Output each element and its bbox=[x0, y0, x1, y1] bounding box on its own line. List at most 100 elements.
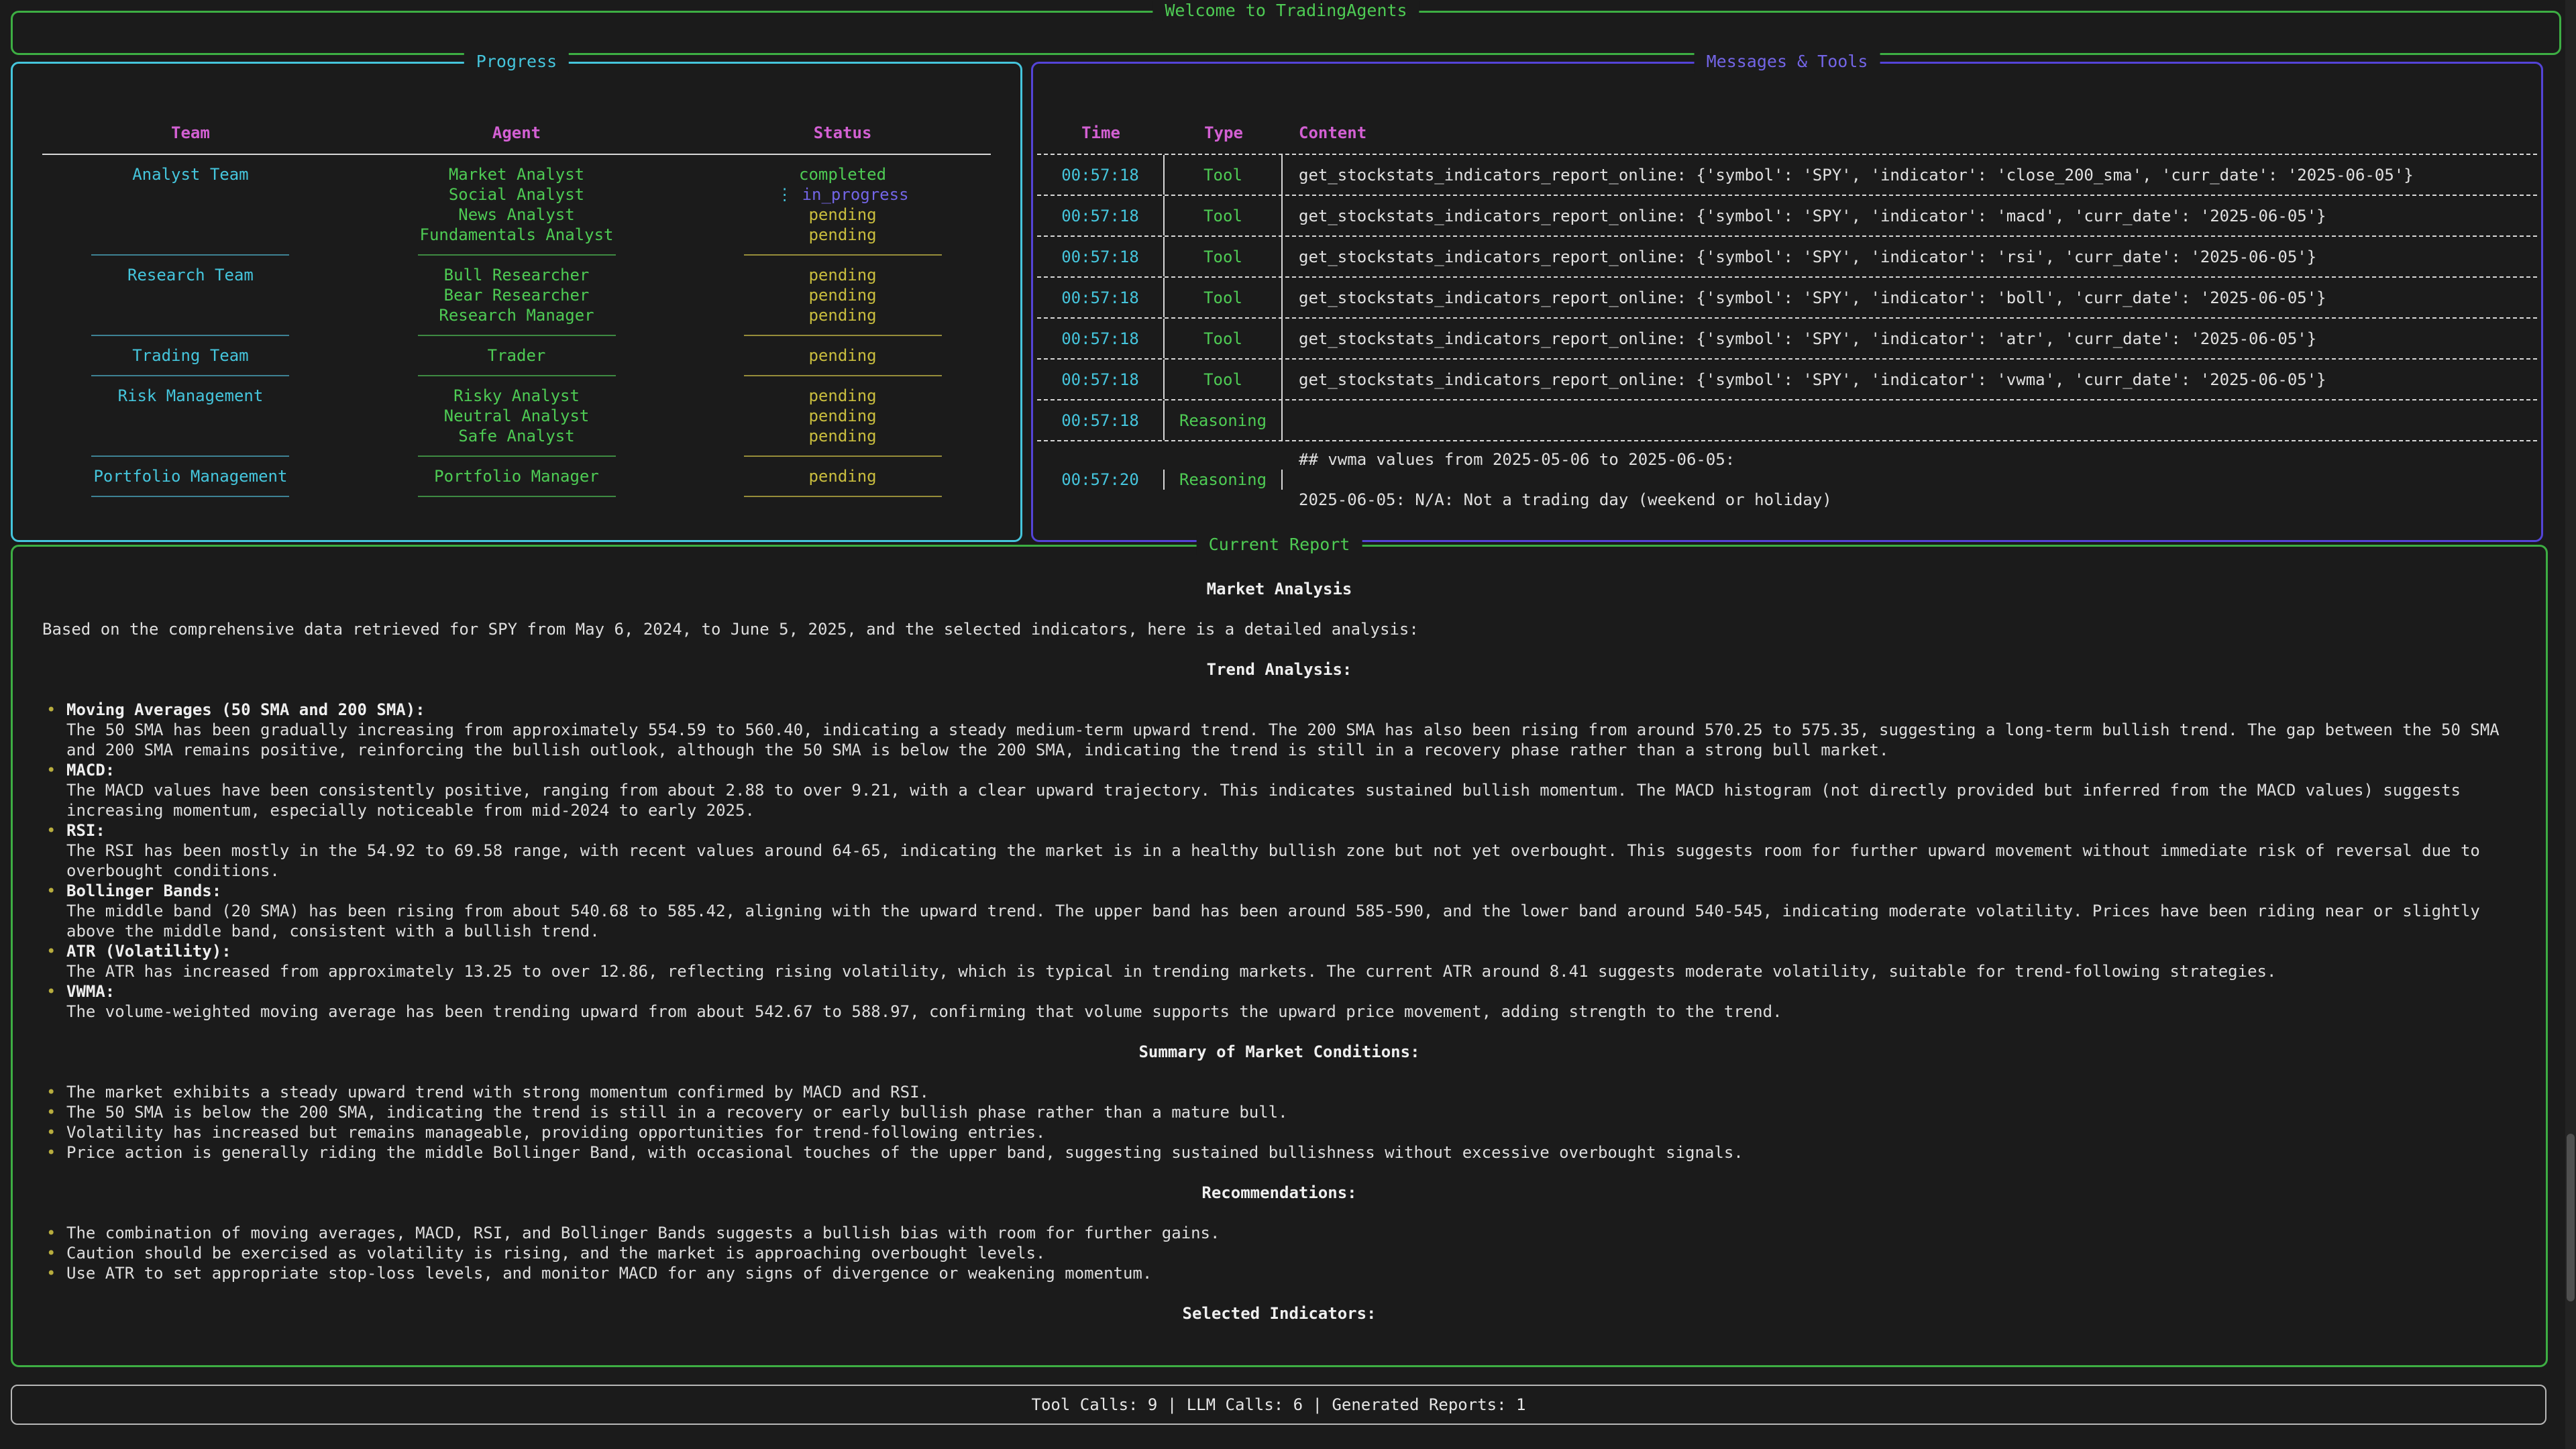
report-body: Market Analysis Based on the comprehensi… bbox=[13, 547, 2546, 1324]
progress-table-header: Team Agent Status bbox=[42, 123, 991, 155]
list-item: ATR (Volatility): The ATR has increased … bbox=[42, 941, 2516, 981]
list-item: Caution should be exercised as volatilit… bbox=[42, 1243, 2516, 1263]
table-row: 00:57:18 Tool get_stockstats_indicators_… bbox=[1037, 319, 2537, 360]
status-badge: pending bbox=[694, 426, 991, 446]
table-row: Fundamentals Analyst pending bbox=[42, 225, 991, 245]
group-separator bbox=[42, 446, 991, 466]
table-row: Neutral Analyst pending bbox=[42, 406, 991, 426]
table-row: 00:57:18 Tool get_stockstats_indicators_… bbox=[1037, 360, 2537, 400]
table-row: Bear Researcher pending bbox=[42, 285, 991, 305]
agent-name: Bull Researcher bbox=[339, 265, 694, 285]
col-header-content: Content bbox=[1283, 123, 2537, 143]
table-row: Research Team Bull Researcher pending bbox=[42, 265, 991, 285]
status-badge: pending bbox=[694, 205, 991, 225]
message-content: get_stockstats_indicators_report_online:… bbox=[1283, 288, 2537, 308]
status-badge: pending bbox=[694, 265, 991, 285]
team-name: Portfolio Management bbox=[42, 466, 339, 486]
report-heading-selected-indicators: Selected Indicators: bbox=[42, 1303, 2516, 1324]
table-row: Portfolio Management Portfolio Manager p… bbox=[42, 466, 991, 486]
messages-table-header: Time Type Content bbox=[1037, 123, 2537, 155]
group-separator bbox=[42, 366, 991, 386]
table-row: Research Manager pending bbox=[42, 305, 991, 325]
message-time: 00:57:18 bbox=[1037, 155, 1165, 195]
table-row: Analyst Team Market Analyst completed bbox=[42, 164, 991, 184]
status-badge: pending bbox=[694, 345, 991, 366]
agent-name: Portfolio Manager bbox=[339, 466, 694, 486]
progress-panel-title: Progress bbox=[464, 52, 569, 72]
status-badge: pending bbox=[694, 466, 991, 486]
message-type: Reasoning bbox=[1165, 400, 1283, 440]
report-intro: Based on the comprehensive data retrieve… bbox=[42, 619, 2516, 639]
agent-name: Trader bbox=[339, 345, 694, 366]
list-item: Price action is generally riding the mid… bbox=[42, 1142, 2516, 1163]
welcome-banner: Welcome to TradingAgents bbox=[11, 11, 2561, 55]
col-header-type: Type bbox=[1165, 123, 1283, 143]
message-type: Tool bbox=[1165, 278, 1283, 317]
message-content: get_stockstats_indicators_report_online:… bbox=[1283, 370, 2537, 390]
scrollbar-track[interactable] bbox=[2565, 0, 2576, 1449]
recommendations-bullet-list: The combination of moving averages, MACD… bbox=[42, 1223, 2516, 1283]
status-badge: pending bbox=[694, 285, 991, 305]
list-item: The 50 SMA is below the 200 SMA, indicat… bbox=[42, 1102, 2516, 1122]
summary-bullet-list: The market exhibits a steady upward tren… bbox=[42, 1082, 2516, 1163]
stats-footer: Tool Calls: 9 | LLM Calls: 6 | Generated… bbox=[11, 1385, 2546, 1425]
message-time: 00:57:18 bbox=[1037, 237, 1165, 276]
status-badge: completed bbox=[694, 164, 991, 184]
agent-name: Fundamentals Analyst bbox=[339, 225, 694, 245]
message-type: Tool bbox=[1165, 319, 1283, 358]
list-item: VWMA: The volume-weighted moving average… bbox=[42, 981, 2516, 1022]
agent-name: News Analyst bbox=[339, 205, 694, 225]
list-item: The combination of moving averages, MACD… bbox=[42, 1223, 2516, 1243]
list-item: Moving Averages (50 SMA and 200 SMA): Th… bbox=[42, 700, 2516, 760]
messages-table: Time Type Content 00:57:18 Tool get_stoc… bbox=[1033, 64, 2541, 517]
group-separator bbox=[42, 486, 991, 506]
message-time: 00:57:18 bbox=[1037, 278, 1165, 317]
agent-name: Risky Analyst bbox=[339, 386, 694, 406]
message-content: get_stockstats_indicators_report_online:… bbox=[1283, 329, 2537, 349]
table-row: 00:57:18 Tool get_stockstats_indicators_… bbox=[1037, 278, 2537, 319]
message-time: 00:57:18 bbox=[1037, 196, 1165, 235]
message-content: get_stockstats_indicators_report_online:… bbox=[1283, 247, 2537, 267]
message-time: 00:57:18 bbox=[1037, 319, 1165, 358]
message-type: Tool bbox=[1165, 237, 1283, 276]
agent-name: Market Analyst bbox=[339, 164, 694, 184]
table-row: 00:57:20 Reasoning ## vwma values from 2… bbox=[1037, 441, 2537, 517]
list-item: RSI: The RSI has been mostly in the 54.9… bbox=[42, 820, 2516, 881]
report-panel-title: Current Report bbox=[1197, 535, 1362, 555]
agent-name: Safe Analyst bbox=[339, 426, 694, 446]
table-row: Social Analyst ⋮in_progress bbox=[42, 184, 991, 205]
table-row: 00:57:18 Tool get_stockstats_indicators_… bbox=[1037, 196, 2537, 237]
message-time: 00:57:18 bbox=[1037, 360, 1165, 399]
table-row: 00:57:18 Reasoning bbox=[1037, 400, 2537, 441]
col-header-team: Team bbox=[42, 123, 339, 143]
report-heading-recommendations: Recommendations: bbox=[42, 1183, 2516, 1203]
scrollbar-thumb[interactable] bbox=[2567, 1134, 2575, 1301]
message-type: Reasoning bbox=[1165, 470, 1283, 490]
list-item: Use ATR to set appropriate stop-loss lev… bbox=[42, 1263, 2516, 1283]
table-row: Safe Analyst pending bbox=[42, 426, 991, 446]
message-type: Tool bbox=[1165, 360, 1283, 399]
message-content: get_stockstats_indicators_report_online:… bbox=[1283, 165, 2537, 185]
progress-table: Team Agent Status Analyst Team Market An… bbox=[13, 64, 1020, 506]
status-badge: pending bbox=[694, 386, 991, 406]
col-header-time: Time bbox=[1037, 123, 1165, 143]
table-row: 00:57:18 Tool get_stockstats_indicators_… bbox=[1037, 155, 2537, 196]
report-heading-market-analysis: Market Analysis bbox=[42, 579, 2516, 599]
status-badge: pending bbox=[694, 406, 991, 426]
message-type: Tool bbox=[1165, 155, 1283, 195]
agent-name: Social Analyst bbox=[339, 184, 694, 205]
list-item: The market exhibits a steady upward tren… bbox=[42, 1082, 2516, 1102]
message-type: Tool bbox=[1165, 196, 1283, 235]
agent-name: Neutral Analyst bbox=[339, 406, 694, 426]
messages-panel-title: Messages & Tools bbox=[1695, 52, 1880, 72]
table-row: Risk Management Risky Analyst pending bbox=[42, 386, 991, 406]
col-header-status: Status bbox=[694, 123, 991, 143]
spinner-icon: ⋮ bbox=[777, 185, 793, 204]
stats-text: Tool Calls: 9 | LLM Calls: 6 | Generated… bbox=[1032, 1395, 1526, 1415]
status-badge: ⋮in_progress bbox=[694, 184, 991, 205]
message-content: ## vwma values from 2025-05-06 to 2025-0… bbox=[1283, 449, 2537, 510]
group-separator bbox=[42, 245, 991, 265]
team-name: Trading Team bbox=[42, 345, 339, 366]
message-time: 00:57:20 bbox=[1037, 470, 1165, 490]
status-badge: pending bbox=[694, 225, 991, 245]
